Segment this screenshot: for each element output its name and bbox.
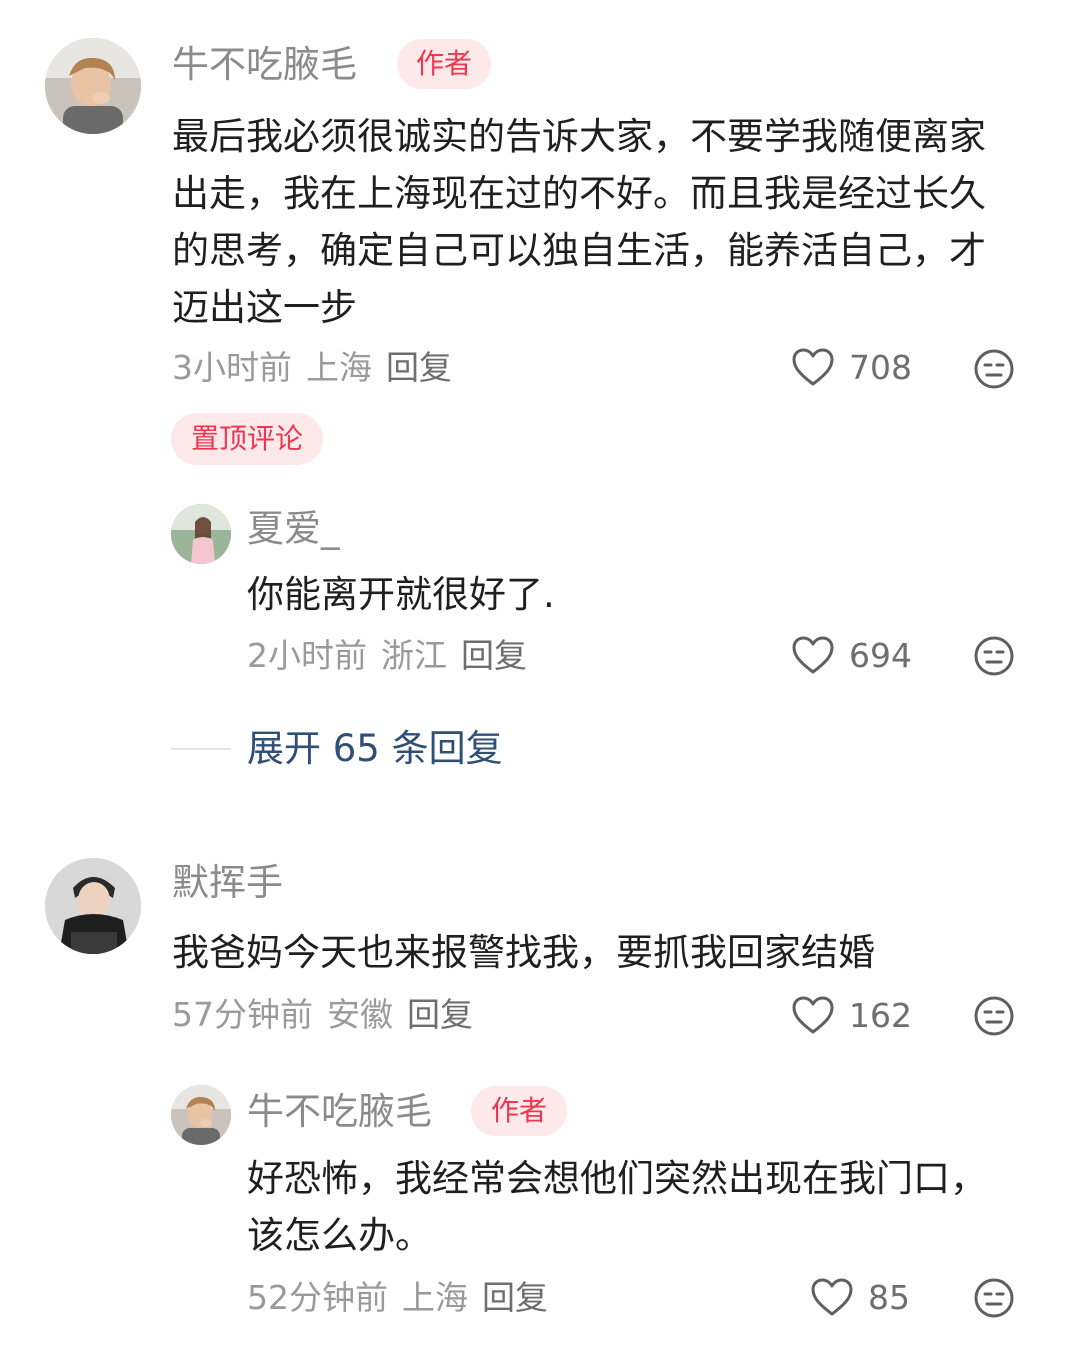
avatar-image [171,1085,231,1145]
reply-button[interactable]: 回复 [482,1278,548,1317]
expand-divider [171,748,231,750]
username[interactable]: 牛不吃腋毛 [172,46,357,83]
author-badge: 作者 [471,1086,567,1136]
heart-outline-icon [792,996,834,1034]
like-button[interactable]: 162 [791,995,912,1035]
like-button[interactable]: 708 [791,347,912,387]
username[interactable]: 默挥手 [172,864,283,901]
comment-time: 3小时前 [172,348,292,387]
expand-replies-link[interactable]: 展开 65 条回复 [247,730,503,767]
reply-button[interactable]: 回复 [386,348,452,387]
avatar-image [45,38,141,134]
comment-location: 安徽 [327,995,393,1034]
avatar[interactable] [171,504,231,564]
like-count: 708 [849,347,912,387]
avatar[interactable] [171,1085,231,1145]
avatar-image [45,858,141,954]
comment-text: 最后我必须很诚实的告诉大家，不要学我随便离家出走，我在上海现在过的不好。而且我是… [172,115,986,329]
comment-meta: 57分钟前 安徽 回复 [172,998,487,1031]
comment-meta: 52分钟前 上海 回复 [247,1281,562,1314]
comment-location: 上海 [402,1278,468,1317]
dislike-button[interactable] [973,1277,1015,1319]
avatar[interactable] [45,38,141,134]
reply-button[interactable]: 回复 [461,636,527,675]
dislike-button[interactable] [973,995,1015,1037]
comment-text: 我爸妈今天也来报警找我，要抓我回家结婚 [172,931,875,974]
pinned-badge: 置顶评论 [171,413,324,465]
like-count: 162 [849,995,912,1035]
neutral-face-icon [974,636,1014,676]
comment-time: 57分钟前 [172,995,313,1034]
neutral-face-icon [974,1278,1014,1318]
neutral-face-icon [974,996,1014,1036]
heart-outline-icon [811,1278,853,1316]
username[interactable]: 牛不吃腋毛 [247,1093,432,1130]
comment-location: 上海 [306,348,372,387]
author-badge: 作者 [397,39,491,89]
dislike-button[interactable] [973,348,1015,390]
like-button[interactable]: 694 [791,635,912,675]
comment-time: 2小时前 [247,636,367,675]
heart-outline-icon [792,636,834,674]
like-count: 694 [849,635,912,675]
reply-text: 好恐怖，我经常会想他们突然出现在我门口，该怎么办。 [247,1157,987,1257]
dislike-button[interactable] [973,635,1015,677]
comment-location: 浙江 [381,636,447,675]
like-button[interactable]: 85 [810,1277,910,1317]
avatar[interactable] [45,858,141,954]
neutral-face-icon [974,349,1014,389]
comment-time: 52分钟前 [247,1278,388,1317]
like-count: 85 [868,1277,910,1317]
username[interactable]: 夏爱_ [247,510,340,547]
avatar-image [171,504,231,564]
comment-meta: 2小时前 浙江 回复 [247,639,541,672]
heart-outline-icon [792,348,834,386]
reply-button[interactable]: 回复 [407,995,473,1034]
reply-text: 你能离开就很好了. [247,573,555,616]
comment-meta: 3小时前 上海 回复 [172,351,466,384]
